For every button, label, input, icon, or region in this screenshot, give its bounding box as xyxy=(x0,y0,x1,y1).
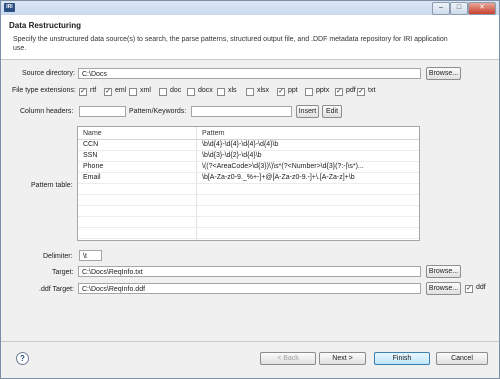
column-headers-input[interactable] xyxy=(79,106,126,117)
checkbox-xlsx[interactable] xyxy=(246,88,254,96)
cell-name: Phone xyxy=(83,163,104,170)
minimize-button[interactable]: – xyxy=(432,2,450,15)
checkbox-label-txt: txt xyxy=(368,87,376,94)
source-directory-input[interactable]: C:\Docs xyxy=(78,68,421,79)
target-label: Target: xyxy=(52,269,74,276)
edit-button[interactable]: Edit xyxy=(322,105,342,118)
table-row[interactable]: SSN \b\d{3}-\d{2}-\d{4}\b xyxy=(78,151,419,162)
target-browse-button[interactable]: Browse... xyxy=(426,265,461,278)
checkbox-label-eml: eml xyxy=(115,87,127,94)
checkbox-rtf[interactable]: ✓ xyxy=(79,88,87,96)
checkbox-label-xml: xml xyxy=(140,87,151,94)
table-row[interactable] xyxy=(78,206,419,217)
checkbox-xml[interactable] xyxy=(129,88,137,96)
table-row[interactable]: Phone \((?<AreaCode>\d{3})\)\s*(?<Number>… xyxy=(78,162,419,173)
checkbox-label-xls: xls xyxy=(228,87,237,94)
ddf-target-label: .ddf Target: xyxy=(39,286,74,293)
cancel-button[interactable]: Cancel xyxy=(436,352,488,365)
checkbox-label-pptx: pptx xyxy=(316,87,330,94)
page-title: Data Restructuring xyxy=(9,21,82,30)
title-bar[interactable]: IRI – □ ✕ xyxy=(1,1,499,15)
app-logo-icon: IRI xyxy=(4,3,15,12)
column-header-pattern[interactable]: Pattern xyxy=(197,127,419,140)
cell-pattern: \b\d{3}-\d{2}-\d{4}\b xyxy=(202,152,262,159)
cell-name: SSN xyxy=(83,152,98,159)
checkbox-eml[interactable]: ✓ xyxy=(104,88,112,96)
table-row[interactable] xyxy=(78,195,419,206)
checkbox-pptx[interactable] xyxy=(305,88,313,96)
column-header-name[interactable]: Name xyxy=(78,127,196,140)
pattern-table-label: Pattern table: xyxy=(31,182,73,189)
pattern-table[interactable]: Name Pattern CCN \b\d{4}-\d{4}-\d{4}-\d{4… xyxy=(77,126,420,241)
file-types-label: File type extensions: xyxy=(12,87,76,94)
checkbox-ppt[interactable]: ✓ xyxy=(277,88,285,96)
checkbox-doc[interactable] xyxy=(159,88,167,96)
ddf-checkbox[interactable]: ✓ xyxy=(465,285,473,293)
cell-pattern: \b\d{4}-\d{4}-\d{4}-\d{4}\b xyxy=(202,141,279,148)
pattern-keywords-input[interactable] xyxy=(191,106,292,117)
column-headers-label: Column headers: xyxy=(20,108,74,115)
pattern-keywords-label: Pattern/Keywords: xyxy=(129,108,187,115)
checkbox-label-pdf: pdf xyxy=(346,87,356,94)
cell-pattern: \((?<AreaCode>\d{3})\)\s*(?<Number>\d{3}… xyxy=(202,163,364,170)
checkbox-label-rtf: rtf xyxy=(90,87,97,94)
ddf-checkbox-label: ddf xyxy=(476,284,486,291)
table-row[interactable] xyxy=(78,228,419,239)
footer-separator xyxy=(1,341,499,342)
ddf-target-input[interactable]: C:\Docs\ReqInfo.ddf xyxy=(78,283,421,294)
wizard-header: Data Restructuring Specify the unstructu… xyxy=(1,15,499,60)
table-row[interactable]: Email \b[A-Za-z0-9._%+-]+@[A-Za-z0-9.-]+\… xyxy=(78,173,419,184)
ddf-browse-button[interactable]: Browse... xyxy=(426,282,461,295)
next-button[interactable]: Next > xyxy=(319,352,366,365)
close-button[interactable]: ✕ xyxy=(468,2,496,15)
delimiter-input[interactable]: \t xyxy=(79,250,102,261)
delimiter-label: Delimiter: xyxy=(43,253,73,260)
back-button[interactable]: < Back xyxy=(260,352,316,365)
maximize-button[interactable]: □ xyxy=(450,2,468,15)
cell-name: Email xyxy=(83,174,101,181)
cell-pattern: \b[A-Za-z0-9._%+-]+@[A-Za-z0-9.-]+\.[A-Z… xyxy=(202,174,355,181)
checkbox-docx[interactable] xyxy=(187,88,195,96)
checkbox-label-doc: doc xyxy=(170,87,182,94)
checkbox-label-docx: docx xyxy=(198,87,213,94)
dialog-window: IRI – □ ✕ Data Restructuring Specify the… xyxy=(0,0,500,379)
help-icon[interactable]: ? xyxy=(16,352,29,365)
table-row[interactable] xyxy=(78,184,419,195)
source-browse-button[interactable]: Browse... xyxy=(426,67,461,80)
cell-name: CCN xyxy=(83,141,99,148)
checkbox-label-ppt: ppt xyxy=(288,87,298,94)
insert-button[interactable]: Insert xyxy=(296,105,319,118)
table-row[interactable] xyxy=(78,217,419,228)
finish-button[interactable]: Finish xyxy=(374,352,430,365)
checkbox-label-xlsx: xlsx xyxy=(257,87,270,94)
checkbox-txt[interactable]: ✓ xyxy=(357,88,365,96)
target-input[interactable]: C:\Docs\ReqInfo.txt xyxy=(78,266,421,277)
checkbox-xls[interactable] xyxy=(217,88,225,96)
source-directory-label: Source directory: xyxy=(22,70,75,77)
checkbox-pdf[interactable]: ✓ xyxy=(335,88,343,96)
page-description: Specify the unstructured data source(s) … xyxy=(13,36,448,52)
table-row[interactable]: CCN \b\d{4}-\d{4}-\d{4}-\d{4}\b xyxy=(78,140,419,151)
